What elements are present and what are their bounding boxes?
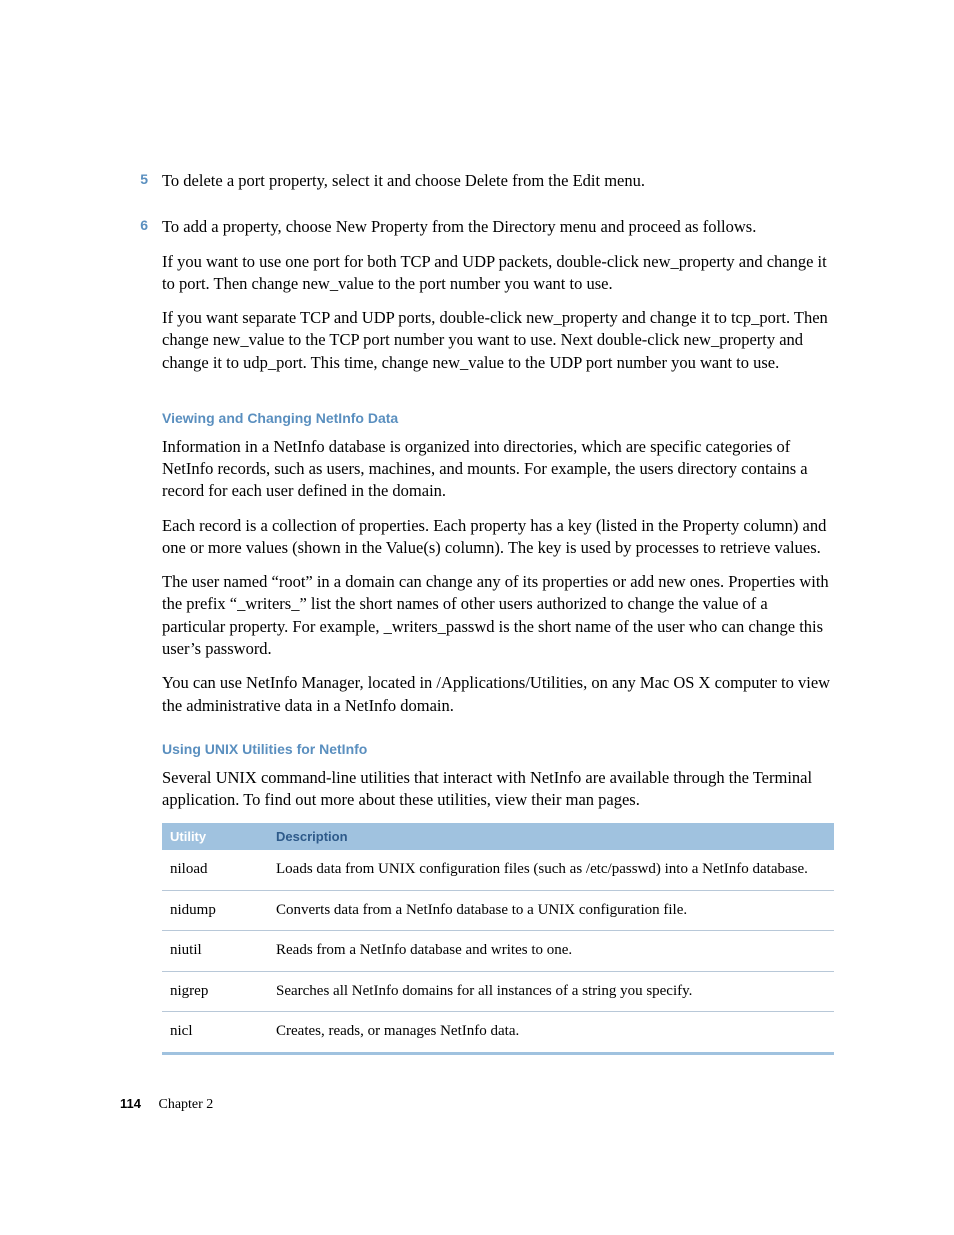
step-para: If you want to use one port for both TCP… [162,251,834,296]
table-header-row: Utility Description [162,823,834,850]
utility-desc: Loads data from UNIX configuration files… [268,850,834,890]
utility-desc: Converts data from a NetInfo database to… [268,890,834,931]
table-row: niutil Reads from a NetInfo database and… [162,931,834,972]
chapter-label: Chapter 2 [158,1097,213,1112]
utility-desc: Searches all NetInfo domains for all ins… [268,971,834,1012]
step-para: If you want separate TCP and UDP ports, … [162,307,834,374]
step-body: To delete a port property, select it and… [162,170,834,204]
section-body: Information in a NetInfo database is org… [162,436,834,717]
heading-viewing-netinfo: Viewing and Changing NetInfo Data [162,410,834,426]
step-6: 6 To add a property, choose New Property… [120,216,834,386]
heading-unix-utilities: Using UNIX Utilities for NetInfo [162,741,834,757]
step-number: 6 [120,216,162,386]
body-para: The user named “root” in a domain can ch… [162,571,834,660]
utility-name: niload [162,850,268,890]
body-para: Information in a NetInfo database is org… [162,436,834,503]
col-utility: Utility [162,823,268,850]
step-para: To add a property, choose New Property f… [162,216,834,238]
table-row: nicl Creates, reads, or manages NetInfo … [162,1012,834,1054]
step-body: To add a property, choose New Property f… [162,216,834,386]
step-5: 5 To delete a port property, select it a… [120,170,834,204]
utility-name: nicl [162,1012,268,1054]
utility-desc: Reads from a NetInfo database and writes… [268,931,834,972]
body-para: Several UNIX command-line utilities that… [162,767,834,812]
utilities-table: Utility Description niload Loads data fr… [162,823,834,1055]
body-para: Each record is a collection of propertie… [162,515,834,560]
utility-name: nidump [162,890,268,931]
utility-name: niutil [162,931,268,972]
page-footer: 114 Chapter 2 [120,1096,213,1113]
utility-name: nigrep [162,971,268,1012]
page-number: 114 [120,1096,141,1111]
step-number: 5 [120,170,162,204]
section-body: Several UNIX command-line utilities that… [162,767,834,812]
step-para: To delete a port property, select it and… [162,170,834,192]
col-description: Description [268,823,834,850]
body-para: You can use NetInfo Manager, located in … [162,672,834,717]
page-content: 5 To delete a port property, select it a… [0,0,954,1055]
utility-desc: Creates, reads, or manages NetInfo data. [268,1012,834,1054]
table-row: niload Loads data from UNIX configuratio… [162,850,834,890]
table-row: nigrep Searches all NetInfo domains for … [162,971,834,1012]
table-row: nidump Converts data from a NetInfo data… [162,890,834,931]
